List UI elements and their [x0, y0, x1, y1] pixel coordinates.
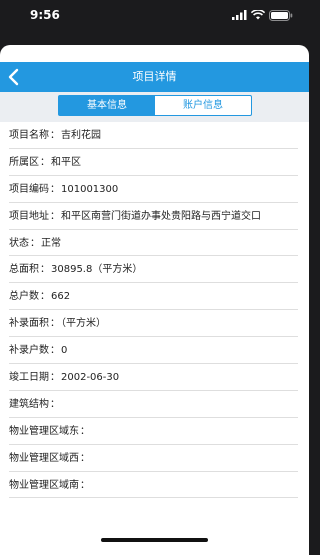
detail-separator: ：: [50, 398, 60, 410]
detail-row: 总面积：30895.8（平方米）: [9, 256, 298, 284]
detail-row: 补录户数：0: [9, 337, 298, 365]
detail-separator: ：: [50, 345, 60, 357]
detail-row: 项目名称：吉利花园: [9, 122, 298, 149]
detail-separator: ：: [50, 130, 60, 141]
detail-separator: ：: [50, 210, 60, 222]
detail-value: 吉利花园: [61, 130, 101, 141]
home-indicator: [101, 538, 208, 542]
detail-value: 30895.8（平方米）: [51, 264, 143, 276]
detail-row: 物业管理区域南：: [9, 472, 298, 499]
detail-value: 662: [51, 291, 71, 303]
status-bar: 9:56: [0, 0, 309, 30]
detail-label: 状态: [9, 237, 29, 249]
tab-basic-info[interactable]: 基本信息: [59, 96, 155, 115]
detail-label: 竣工日期: [9, 372, 49, 384]
detail-separator: ：: [50, 318, 60, 330]
detail-label: 物业管理区域西: [9, 452, 79, 464]
detail-label: 物业管理区域东: [9, 425, 79, 437]
signal-icon: [232, 10, 247, 20]
wifi-icon: [251, 10, 265, 20]
detail-label: 补录面积: [9, 318, 49, 330]
page-title: 项目详情: [132, 70, 177, 83]
segmented-control: 基本信息 账户信息: [58, 95, 252, 116]
detail-separator: ：: [50, 372, 60, 384]
detail-separator: ：: [40, 156, 50, 168]
tab-account-info[interactable]: 账户信息: [155, 96, 251, 115]
detail-row: 补录面积：（平方米）: [9, 310, 298, 338]
tab-area: 基本信息 账户信息: [0, 92, 309, 122]
detail-row: 状态：正常: [9, 230, 298, 257]
detail-row: 项目地址：和平区南营门街道办事处贵阳路与西宁道交口: [9, 203, 298, 230]
detail-row: 竣工日期：2002-06-30: [9, 364, 298, 391]
detail-label: 项目编码: [9, 183, 49, 195]
detail-separator: ：: [50, 183, 60, 195]
detail-label: 总面积: [9, 264, 39, 276]
navigation-bar: 项目详情: [0, 62, 309, 92]
battery-icon: [269, 9, 293, 21]
detail-sheet: 项目详情 基本信息 账户信息 项目名称：吉利花园 所属区：和平区 项目编码：1010…: [0, 45, 309, 555]
detail-row: 所属区：和平区: [9, 149, 298, 176]
status-time: 9:56: [30, 8, 60, 22]
detail-label: 补录户数: [9, 345, 49, 357]
detail-value: 正常: [41, 237, 61, 249]
detail-label: 项目名称: [9, 130, 49, 141]
detail-value: 0: [61, 345, 68, 357]
detail-value: （平方米）: [61, 318, 106, 330]
detail-value: 2002-06-30: [61, 372, 120, 384]
detail-label: 物业管理区域南: [9, 479, 79, 491]
detail-row: 物业管理区域东：: [9, 418, 298, 445]
detail-label: 总户数: [9, 291, 39, 303]
detail-row: 建筑结构：: [9, 391, 298, 418]
detail-list: 项目名称：吉利花园 所属区：和平区 项目编码：101001300 项目地址：和平区南营…: [0, 122, 309, 499]
detail-row: 项目编码：101001300: [9, 176, 298, 203]
detail-separator: ：: [80, 479, 90, 491]
detail-value: 和平区南营门街道办事处贵阳路与西宁道交口: [61, 210, 261, 222]
detail-label: 项目地址: [9, 210, 49, 222]
detail-value: 和平区: [51, 156, 81, 168]
status-icons: [232, 9, 293, 21]
detail-value: 101001300: [61, 183, 119, 195]
detail-row: 物业管理区域西：: [9, 445, 298, 472]
detail-separator: ：: [30, 237, 40, 249]
detail-separator: ：: [80, 452, 90, 464]
detail-separator: ：: [40, 264, 50, 276]
detail-label: 建筑结构: [9, 398, 49, 410]
detail-label: 所属区: [9, 156, 39, 168]
detail-separator: ：: [40, 291, 50, 303]
detail-row: 总户数：662: [9, 283, 298, 311]
detail-separator: ：: [80, 425, 90, 437]
